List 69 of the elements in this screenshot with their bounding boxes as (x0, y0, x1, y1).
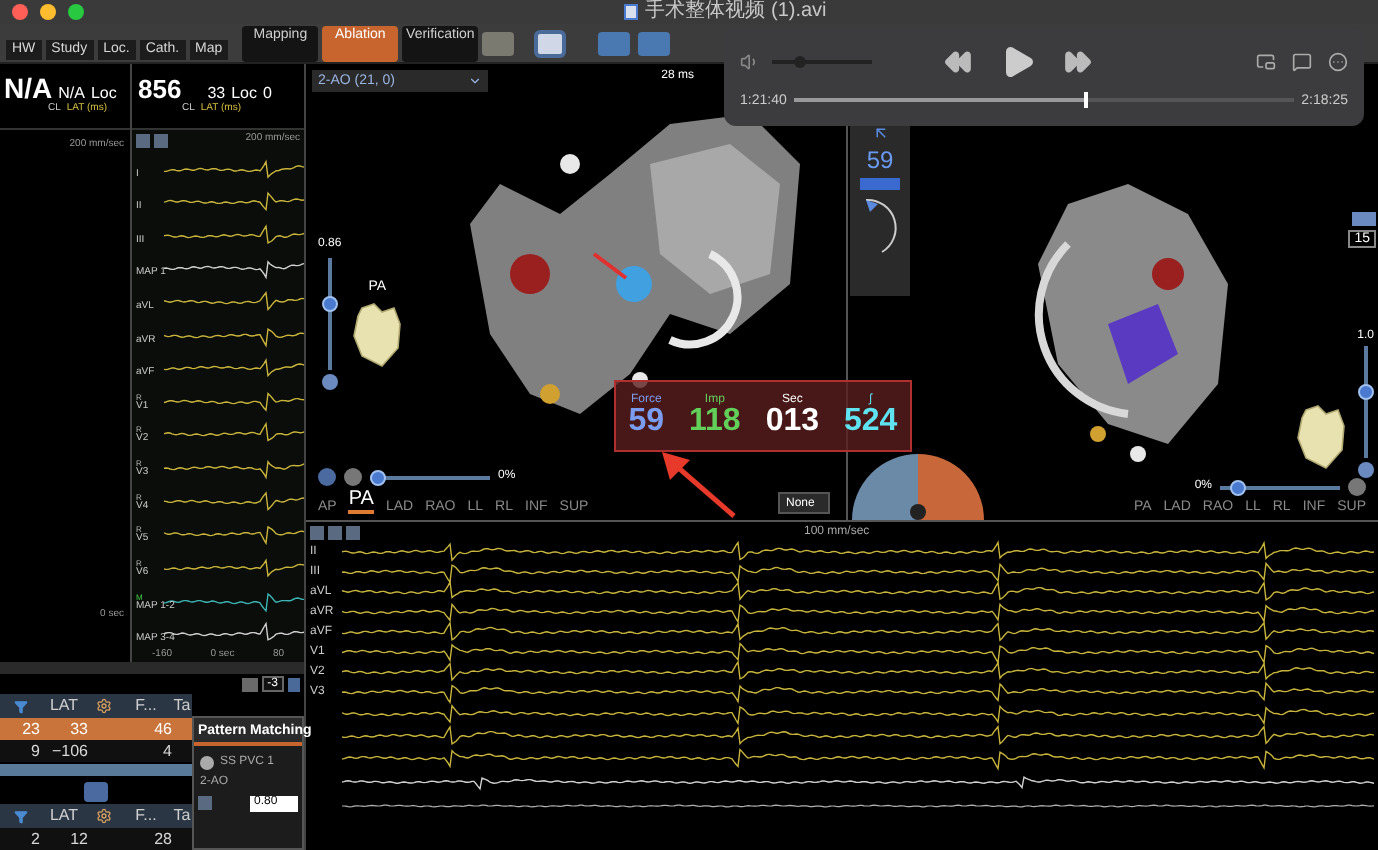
fast-forward-icon[interactable] (1064, 48, 1092, 76)
column-header[interactable]: LAT (49, 808, 79, 824)
table-row[interactable]: 9 −106 4 (0, 740, 192, 762)
arrow-annotation (658, 448, 738, 520)
lat-value: 33 (207, 85, 226, 102)
table-cell: 9 (31, 743, 40, 759)
direction-arrow-icon (871, 124, 889, 142)
column-header[interactable]: Ta (173, 808, 191, 824)
toolbar-icon-button[interactable] (482, 31, 515, 55)
cycle-length-value: N/A (4, 74, 53, 103)
file-icon (623, 4, 638, 20)
table-cell: −106 (51, 743, 88, 759)
table-cell: 2 (31, 831, 40, 847)
scroll-bar[interactable] (0, 662, 304, 675)
slider-thumb[interactable] (321, 296, 338, 313)
playback-progress-bar[interactable] (794, 92, 1294, 108)
settings-icon[interactable] (96, 698, 112, 714)
table-cell: 4 (163, 743, 172, 759)
loc-label: Loc (231, 85, 258, 102)
table-cell: 12 (70, 831, 88, 847)
slider-thumb[interactable] (1230, 479, 1247, 495)
progress-handle[interactable] (1083, 92, 1088, 108)
metric-value: 59 (628, 406, 665, 438)
cycle-length-value: 856 (138, 75, 182, 102)
toolbar-icon-button[interactable] (288, 677, 300, 692)
zoom-slider[interactable] (321, 258, 338, 370)
heart-orientation-icon (349, 299, 406, 368)
column-header[interactable]: Ta (173, 698, 191, 714)
transparency-slider[interactable] (370, 469, 490, 485)
minimize-icon[interactable] (40, 4, 56, 20)
close-icon[interactable] (12, 4, 28, 20)
subtitles-icon[interactable] (1292, 52, 1312, 72)
force-value: 59 (866, 148, 894, 172)
rewind-icon[interactable] (944, 48, 972, 76)
extra-value: 0 (263, 85, 272, 102)
heart-orientation-icon (1293, 402, 1350, 470)
catheter-mode-dial[interactable] (852, 452, 984, 520)
metric-value: 524 (844, 406, 898, 438)
play-icon[interactable] (1000, 44, 1036, 80)
volume-icon[interactable] (740, 52, 760, 72)
transparency-slider[interactable] (1220, 479, 1340, 495)
slider-thumb[interactable] (370, 469, 386, 485)
volume-thumb[interactable] (794, 56, 806, 68)
toolbar-icon-button[interactable] (241, 677, 258, 692)
maximize-icon[interactable] (68, 4, 84, 20)
table-cell: 23 (22, 721, 40, 737)
column-header[interactable]: LAT (49, 698, 79, 714)
lat-value: N/A (58, 86, 85, 103)
table-cell: 33 (70, 721, 88, 737)
table-cell: 28 (154, 831, 172, 847)
column-header[interactable]: F... (135, 808, 157, 824)
metric-value: 013 (765, 406, 820, 438)
zoom-slider[interactable] (1357, 346, 1374, 458)
table-row[interactable]: 2 12 28 (0, 828, 192, 850)
more-icon[interactable] (1328, 52, 1348, 72)
view-button[interactable]: PA (348, 490, 374, 514)
metric-value: 118 (689, 406, 741, 438)
table-cell: 46 (154, 721, 172, 737)
picture-in-picture-icon[interactable] (1256, 52, 1276, 72)
scroll-bar[interactable] (0, 764, 192, 776)
window-title: 手术整体视频 (1).avi (645, 2, 827, 22)
filter-icon[interactable] (13, 699, 27, 713)
toolbar-icon-button[interactable] (198, 796, 212, 811)
slider-thumb[interactable] (1357, 384, 1374, 401)
settings-icon[interactable] (96, 808, 112, 824)
filter-icon[interactable] (13, 809, 27, 823)
column-header[interactable]: F... (135, 698, 157, 714)
loc-label: Loc (90, 86, 117, 103)
caret-icon (468, 74, 482, 88)
